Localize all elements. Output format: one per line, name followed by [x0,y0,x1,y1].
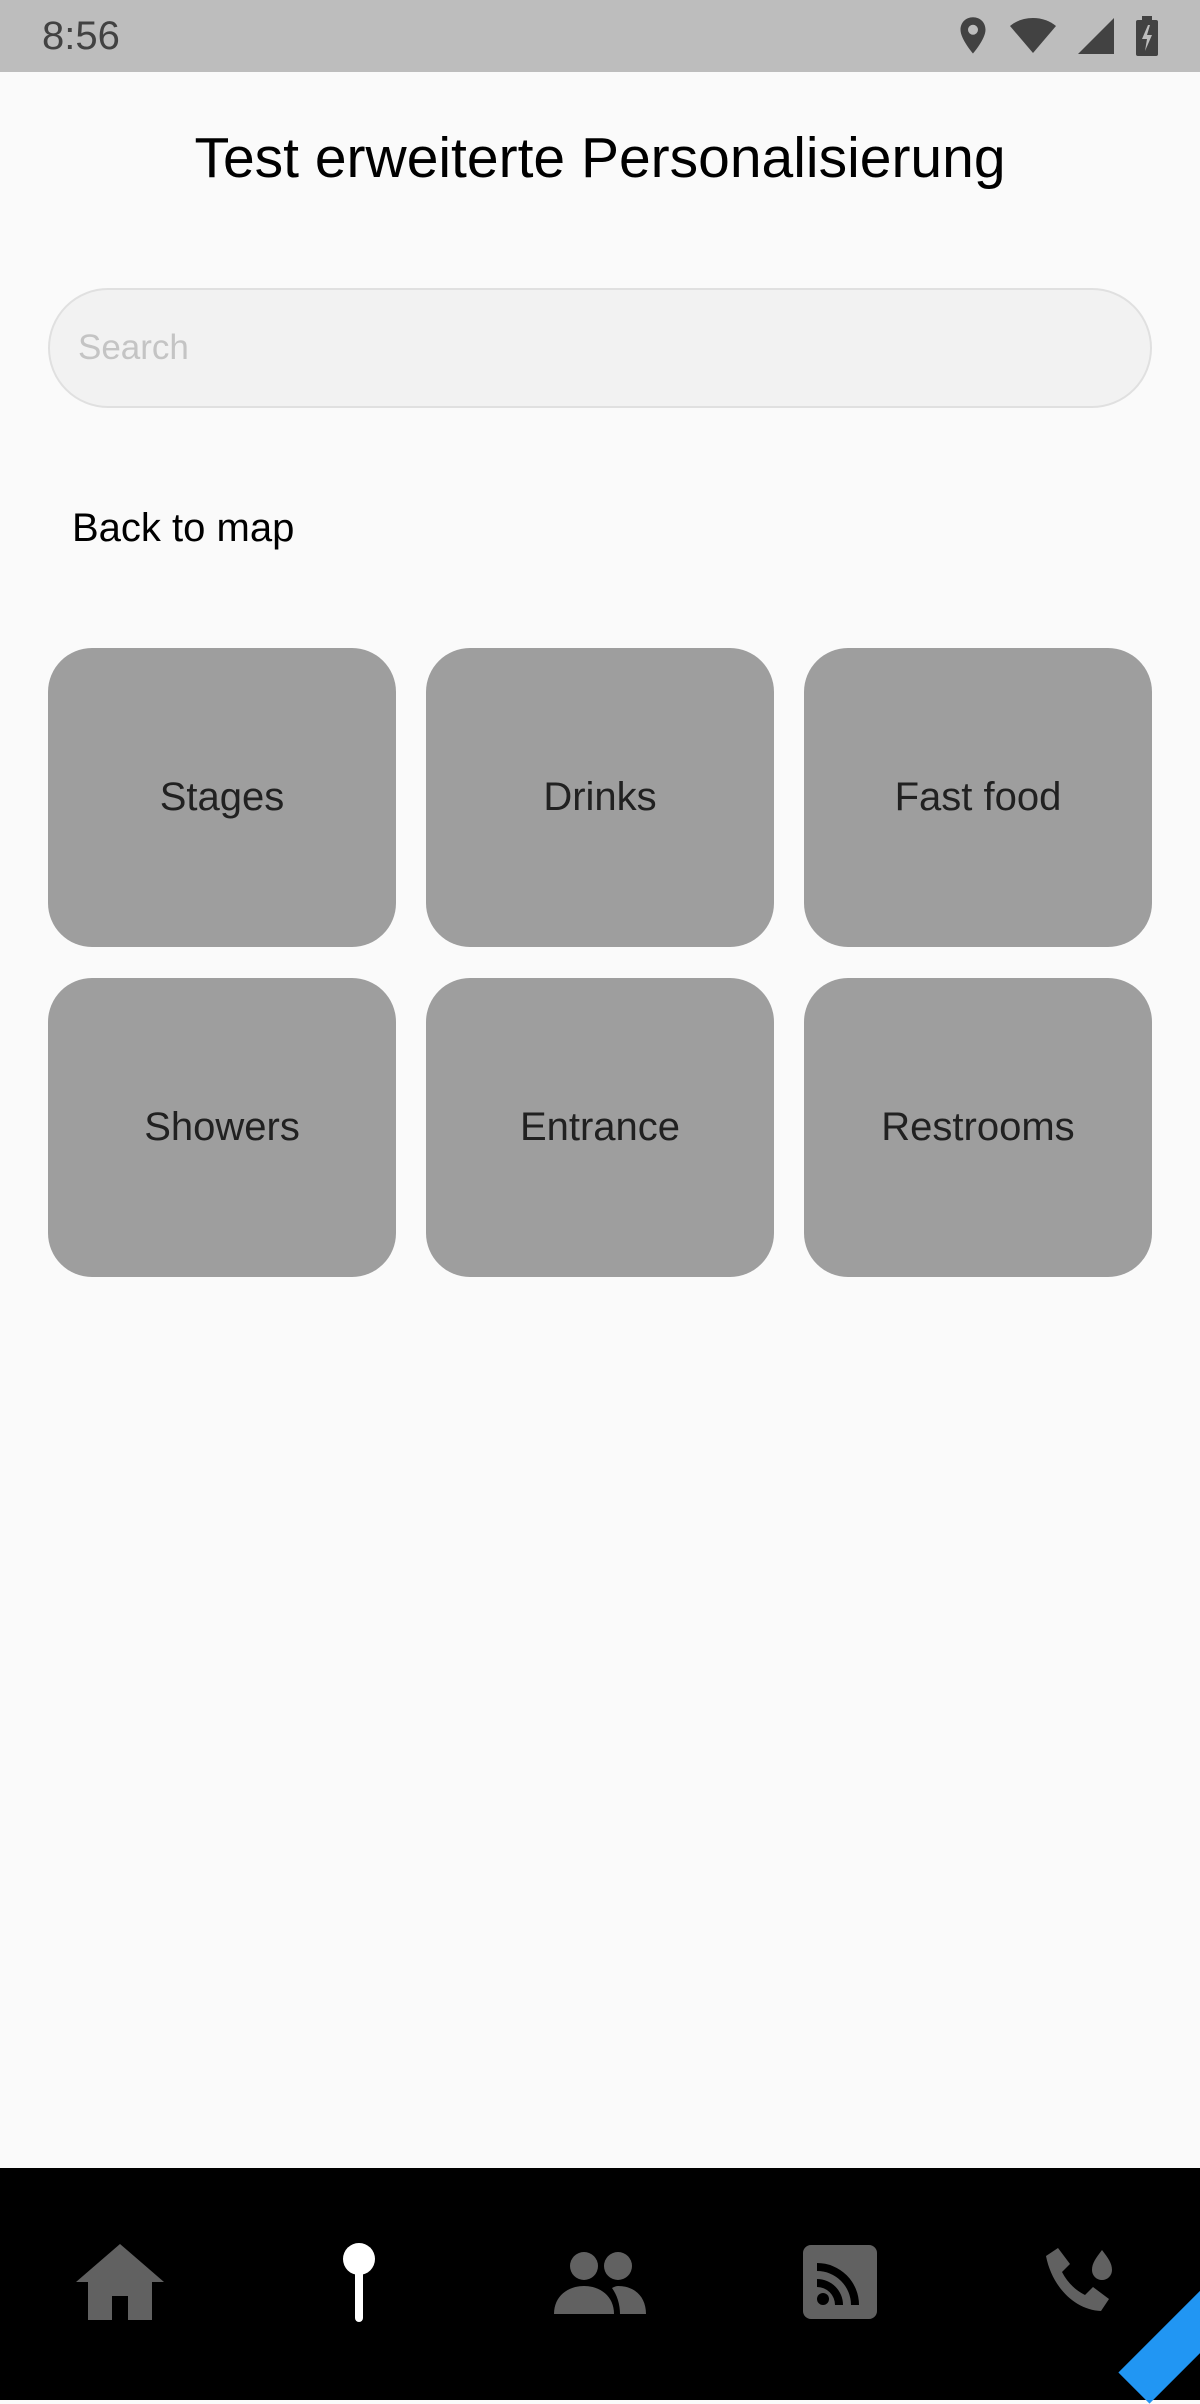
signal-icon [1078,18,1114,54]
home-icon [74,2242,166,2327]
category-tile-entrance[interactable]: Entrance [426,978,774,1277]
feed-icon [803,2244,877,2324]
search-input[interactable] [48,288,1152,408]
back-to-map-button[interactable]: Back to map [72,498,294,558]
category-grid: Stages Drinks Fast food Showers Entrance… [48,648,1152,1277]
status-time: 8:56 [42,13,120,58]
battery-charging-icon [1136,16,1158,56]
nav-home[interactable] [20,2168,220,2400]
page-title: Test erweiterte Personalisierung [194,126,1006,190]
category-tile-stages[interactable]: Stages [48,648,396,947]
category-tile-fast-food[interactable]: Fast food [804,648,1152,947]
status-bar: 8:56 [0,0,1200,72]
people-icon [554,2250,646,2319]
emergency-call-icon [1040,2242,1120,2327]
pin-icon [339,2242,379,2327]
category-tile-showers[interactable]: Showers [48,978,396,1277]
nav-people[interactable] [500,2168,700,2400]
status-icons [958,16,1158,56]
nav-feed[interactable] [740,2168,940,2400]
category-tile-restrooms[interactable]: Restrooms [804,978,1152,1277]
location-icon [958,16,988,56]
nav-map[interactable] [259,2168,459,2400]
bottom-navigation [0,2168,1200,2400]
category-tile-drinks[interactable]: Drinks [426,648,774,947]
wifi-icon [1010,18,1056,54]
